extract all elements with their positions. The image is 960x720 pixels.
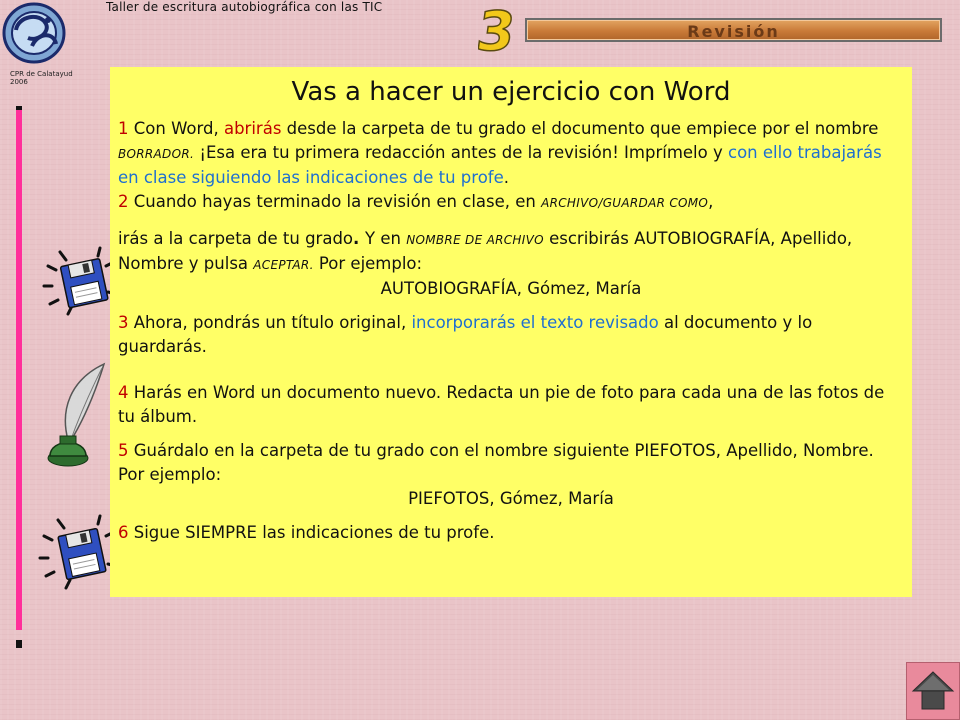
step-4: 4 Harás en Word un documento nuevo. Reda… <box>118 381 904 429</box>
file-name-text: BORRADOR. <box>118 147 195 161</box>
left-accent-bar <box>16 110 22 630</box>
step-text: Por ejemplo: <box>313 254 423 273</box>
step-number: 5 <box>118 441 134 460</box>
step-text: Harás en Word un documento nuevo. Redact… <box>118 383 885 426</box>
svg-text:3: 3 <box>478 2 519 58</box>
logo-caption-line2: 2006 <box>10 78 28 86</box>
page-heading: Vas a hacer un ejercicio con Word <box>291 77 731 107</box>
menu-path-text: ARCHIVO/GUARDAR COMO <box>541 196 709 210</box>
step-3: 3 Ahora, pondrás un título original, inc… <box>118 311 904 359</box>
step-text: , <box>708 192 714 211</box>
highlight-text: abrirás <box>223 119 282 138</box>
step-text: Ahora, pondrás un título original, <box>133 313 412 332</box>
step-text: . <box>353 229 366 248</box>
workshop-title: Taller de escritura autobiográfica con l… <box>106 0 383 14</box>
step-1: 1 Con Word, abrirás desde la carpeta de … <box>118 117 904 190</box>
step-text: Con Word, <box>133 119 224 138</box>
left-bar-cap-bottom <box>16 640 22 648</box>
step-2: 2 Cuando hayas terminado la revisión en … <box>118 190 904 215</box>
floppy-disk-icon <box>40 240 120 324</box>
home-button[interactable] <box>906 662 960 720</box>
instructions-panel: Vas a hacer un ejercicio con Word 1 Con … <box>110 67 912 597</box>
field-name-text: NOMBRE DE ARCHIVO <box>406 233 544 247</box>
floppy-disk-icon <box>36 510 120 598</box>
home-arrow-icon <box>911 671 955 710</box>
step-number: 6 <box>118 523 134 542</box>
example-filename: PIEFOTOS, Gómez, María <box>408 489 614 508</box>
example-filename: AUTOBIOGRAFÍA, Gómez, María <box>380 279 642 298</box>
quill-inkwell-icon <box>40 360 120 474</box>
step-2-continued: irás a la carpeta de tu grado. Y en NOMB… <box>118 227 904 277</box>
step-text: Y en <box>365 229 407 248</box>
cpr-logo <box>2 2 66 64</box>
step-text: Cuando hayas terminado la revisión en cl… <box>133 192 542 211</box>
step-6: 6 Sigue SIEMPRE las indicaciones de tu p… <box>118 521 904 545</box>
step-text: Guárdalo en la carpeta de tu grado con e… <box>118 441 874 484</box>
button-name-text: ACEPTAR. <box>253 258 314 272</box>
step-text: irás a la carpeta de tu grado <box>118 229 354 248</box>
step-number: 2 <box>118 192 134 211</box>
step-text: Sigue SIEMPRE las indicaciones de tu pro… <box>133 523 495 542</box>
step-number: 3 <box>118 313 134 332</box>
section-banner: Revisión <box>525 18 942 42</box>
step-text: desde la carpeta de tu grado el document… <box>281 119 879 138</box>
step-text: ¡Esa era tu primera redacción antes de l… <box>194 143 728 162</box>
logo-caption-line1: CPR de Calatayud <box>10 70 73 78</box>
section-number: 3 <box>472 0 522 64</box>
step-text: . <box>503 168 509 187</box>
step-number: 1 <box>118 119 134 138</box>
highlight-text: incorporarás el texto revisado <box>411 313 659 332</box>
step-5: 5 Guárdalo en la carpeta de tu grado con… <box>118 439 904 487</box>
step-number: 4 <box>118 383 134 402</box>
logo-caption: CPR de Calatayud 2006 <box>10 70 73 86</box>
